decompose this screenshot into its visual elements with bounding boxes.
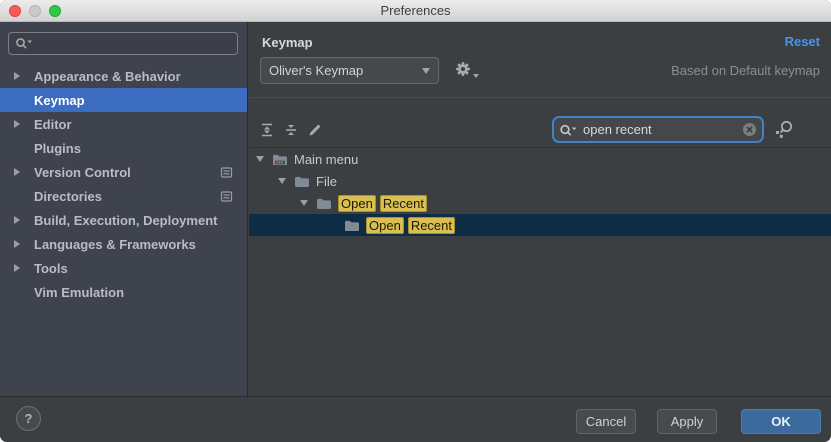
pencil-icon bbox=[307, 122, 323, 138]
chevron-down-icon bbox=[422, 68, 430, 74]
folder-icon bbox=[344, 219, 360, 232]
header-separator bbox=[249, 97, 831, 98]
expand-all-icon bbox=[259, 122, 275, 138]
window-title: Preferences bbox=[0, 0, 831, 22]
ok-button[interactable]: OK bbox=[741, 409, 821, 434]
find-actions-by-shortcut-button[interactable] bbox=[773, 119, 795, 141]
sidebar-item-appearance-behavior[interactable]: Appearance & Behavior bbox=[0, 64, 247, 88]
project-level-icon bbox=[220, 190, 233, 203]
search-match-highlight: Recent bbox=[380, 195, 427, 212]
chevron-right-icon bbox=[14, 240, 26, 248]
chevron-right-icon bbox=[14, 168, 26, 176]
sidebar-item-build-execution-deployment[interactable]: Build, Execution, Deployment bbox=[0, 208, 247, 232]
sidebar-item-version-control[interactable]: Version Control bbox=[0, 160, 247, 184]
project-level-icon bbox=[220, 166, 233, 179]
collapse-all-button[interactable] bbox=[282, 121, 300, 139]
collapse-all-icon bbox=[283, 122, 299, 138]
tree-node-label: File bbox=[316, 174, 337, 189]
action-search-field[interactable] bbox=[552, 116, 764, 143]
find-by-shortcut-icon bbox=[773, 119, 795, 141]
chevron-right-icon bbox=[14, 72, 26, 80]
tree-row-file[interactable]: File bbox=[249, 170, 831, 192]
keymap-selector-value: Oliver's Keymap bbox=[269, 63, 363, 78]
sidebar-item-label: Version Control bbox=[34, 165, 131, 180]
page-title: Keymap bbox=[262, 35, 313, 50]
folder-icon bbox=[316, 197, 332, 210]
edit-shortcut-button[interactable] bbox=[306, 121, 324, 139]
sidebar-item-directories[interactable]: Directories bbox=[0, 184, 247, 208]
sidebar-search-input[interactable] bbox=[38, 35, 231, 52]
sidebar-item-label: Appearance & Behavior bbox=[34, 69, 181, 84]
chevron-right-icon bbox=[14, 264, 26, 272]
sidebar-item-label: Vim Emulation bbox=[34, 285, 124, 300]
sidebar-search-field[interactable] bbox=[8, 32, 238, 55]
chevron-right-icon bbox=[14, 216, 26, 224]
sidebar-item-keymap[interactable]: Keymap bbox=[0, 88, 247, 112]
tree-row-main-menu[interactable]: Main menu bbox=[249, 148, 831, 170]
preferences-window: Preferences Appearance & Behavior Keymap bbox=[0, 0, 831, 442]
search-match-highlight: Recent bbox=[408, 217, 455, 234]
sidebar-item-label: Keymap bbox=[34, 93, 85, 108]
sidebar-item-vim-emulation[interactable]: Vim Emulation bbox=[0, 280, 247, 304]
titlebar: Preferences bbox=[0, 0, 831, 22]
dialog-footer: ? Cancel Apply OK bbox=[0, 396, 831, 442]
apply-button[interactable]: Apply bbox=[657, 409, 717, 434]
sidebar-item-label: Build, Execution, Deployment bbox=[34, 213, 217, 228]
chevron-down-icon[interactable] bbox=[256, 156, 268, 162]
chevron-down-icon bbox=[473, 74, 479, 78]
tree-node-label: Main menu bbox=[294, 152, 358, 167]
sidebar-item-label: Plugins bbox=[34, 141, 81, 156]
search-match-highlight: Open bbox=[366, 217, 404, 234]
sidebar-item-plugins[interactable]: Plugins bbox=[0, 136, 247, 160]
expand-all-button[interactable] bbox=[258, 121, 276, 139]
main-menu-folder-icon bbox=[272, 153, 288, 166]
search-icon bbox=[15, 37, 34, 50]
folder-icon bbox=[294, 175, 310, 188]
cancel-button[interactable]: Cancel bbox=[576, 409, 636, 434]
based-on-label: Based on Default keymap bbox=[671, 63, 820, 78]
chevron-down-icon[interactable] bbox=[300, 200, 312, 206]
chevron-down-icon[interactable] bbox=[278, 178, 290, 184]
search-icon bbox=[559, 123, 578, 137]
reset-link[interactable]: Reset bbox=[785, 34, 820, 49]
action-search-input[interactable] bbox=[581, 121, 739, 138]
keymap-settings-panel: Keymap Reset Oliver's Keymap bbox=[249, 22, 831, 396]
sidebar-item-label: Directories bbox=[34, 189, 102, 204]
sidebar-item-label: Tools bbox=[34, 261, 68, 276]
search-match-highlight: Open bbox=[338, 195, 376, 212]
sidebar-item-label: Languages & Frameworks bbox=[34, 237, 196, 252]
sidebar-items: Appearance & Behavior Keymap Editor Plug… bbox=[0, 64, 247, 304]
chevron-right-icon bbox=[14, 120, 26, 128]
help-button[interactable]: ? bbox=[16, 406, 41, 431]
keymap-options-button[interactable] bbox=[454, 60, 478, 84]
tree-row-open-recent-selected[interactable]: Open Recent bbox=[249, 214, 831, 236]
sidebar-item-tools[interactable]: Tools bbox=[0, 256, 247, 280]
keymap-selector[interactable]: Oliver's Keymap bbox=[260, 57, 439, 84]
gear-icon bbox=[454, 60, 472, 78]
tree-row-open-recent-parent[interactable]: Open Recent bbox=[249, 192, 831, 214]
keymap-actions-tree: Main menu File Open Re bbox=[249, 147, 831, 396]
clear-search-icon[interactable] bbox=[742, 122, 757, 137]
sidebar-item-languages-frameworks[interactable]: Languages & Frameworks bbox=[0, 232, 247, 256]
sidebar-item-editor[interactable]: Editor bbox=[0, 112, 247, 136]
sidebar-item-label: Editor bbox=[34, 117, 72, 132]
settings-sidebar: Appearance & Behavior Keymap Editor Plug… bbox=[0, 22, 248, 396]
